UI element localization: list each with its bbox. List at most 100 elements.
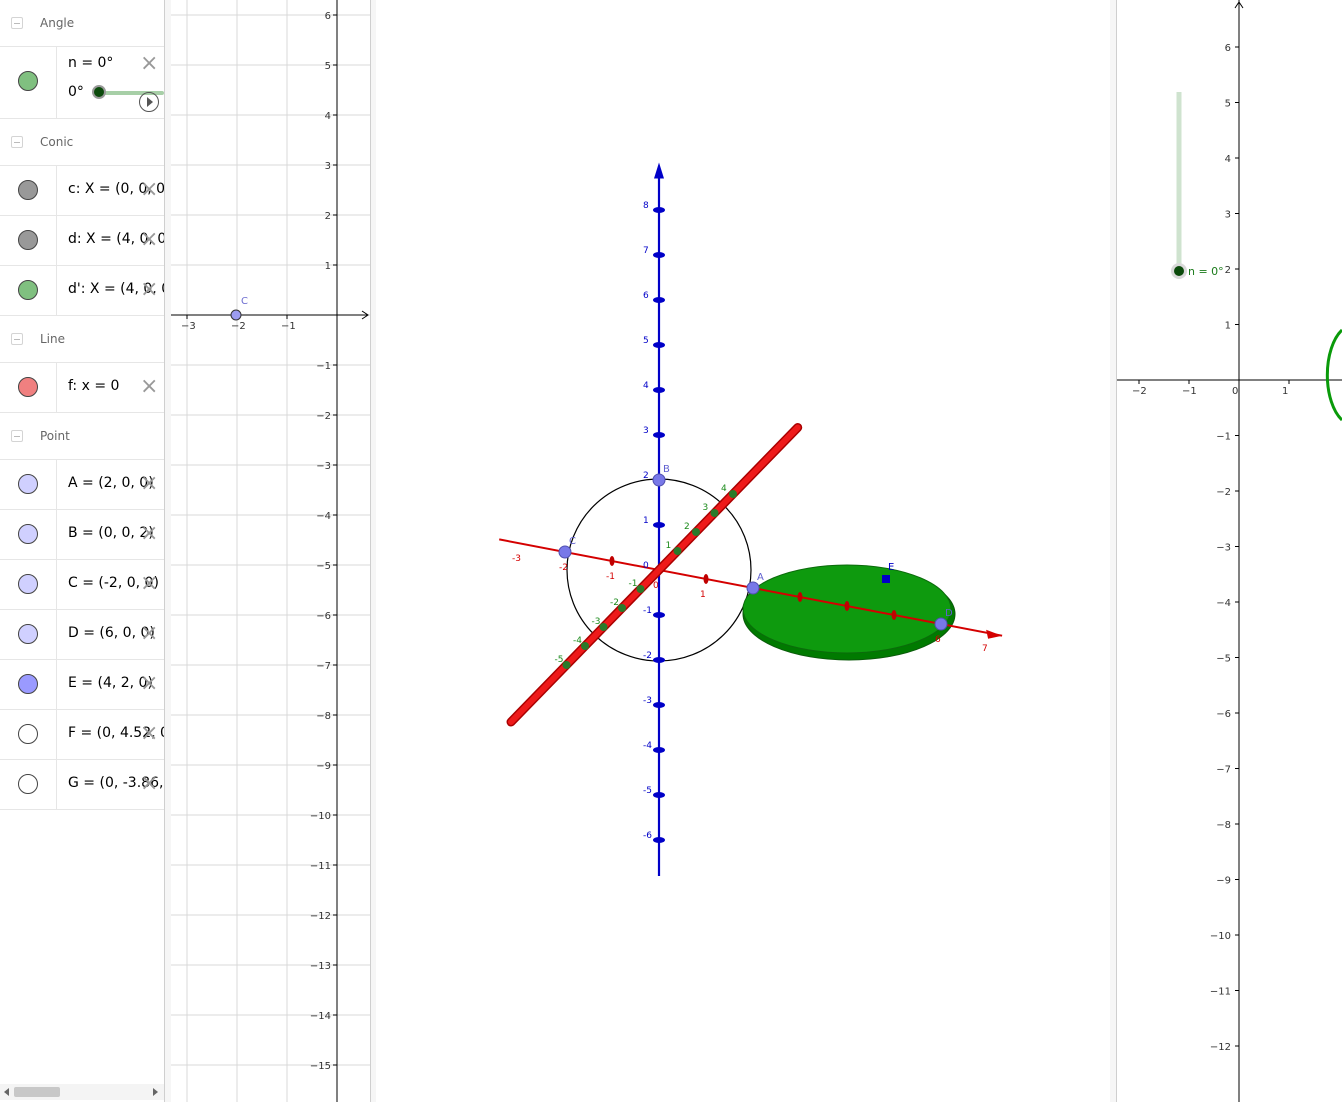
graphics-view-2d[interactable]: −4−3−2−1654321−1−2−3−4−5−6−7−8−9−10−11−1… xyxy=(171,0,370,1102)
y-tick-label: −14 xyxy=(310,1011,331,1022)
y-tick-label: −2 xyxy=(316,411,331,422)
item-definition[interactable]: f: x = 0 xyxy=(68,378,119,394)
marble-cell xyxy=(0,510,57,559)
delete-icon[interactable]: × xyxy=(140,473,158,495)
visibility-toggle-icon[interactable] xyxy=(18,71,38,91)
x-tick-label: -3 xyxy=(512,554,521,564)
delete-icon[interactable]: × xyxy=(140,673,158,695)
visibility-toggle-icon[interactable] xyxy=(18,724,38,744)
point-a xyxy=(746,581,760,595)
z-tick-mark xyxy=(653,657,665,663)
algebra-item[interactable]: c: X = (0, 0, 0) +× xyxy=(0,166,164,216)
algebra-item[interactable]: d': X = (4, 0, 0)× xyxy=(0,266,164,316)
category-angle: Angle xyxy=(0,0,164,47)
algebra-item[interactable]: d: X = (4, 0, 0) +× xyxy=(0,216,164,266)
slider-knob[interactable] xyxy=(92,85,106,99)
y-tick-label: −9 xyxy=(1216,876,1231,887)
graphics-2-canvas[interactable]: −2 −1 0 1654321−1−2−3−4−5−6−7−8−9−10−11−12n… xyxy=(1117,0,1342,1102)
z-tick-mark xyxy=(653,432,665,438)
y-tick-label: −11 xyxy=(1210,987,1231,998)
z-tick-label: -2 xyxy=(643,651,652,661)
visibility-toggle-icon[interactable] xyxy=(18,180,38,200)
delete-icon[interactable]: × xyxy=(140,179,158,201)
collapse-icon[interactable] xyxy=(11,333,23,345)
algebra-item[interactable]: C = (-2, 0, 0) × xyxy=(0,560,164,610)
y-tick-label: 4 xyxy=(721,484,727,494)
algebra-item[interactable]: G = (0, -3.86, 0)× xyxy=(0,760,164,810)
y-tick-mark xyxy=(710,509,719,517)
x-tick-mark xyxy=(703,574,709,584)
scrollbar-thumb[interactable] xyxy=(14,1087,60,1097)
delete-icon[interactable]: × xyxy=(140,376,158,398)
graphics-view-2[interactable]: −2 −1 0 1 6 5 4 3 2 1 −1 −2 −3 −4 −5 −6 −7 −8 −9 −10 −11 −12 n… xyxy=(1117,0,1342,1102)
z-tick-mark xyxy=(653,252,665,258)
visibility-toggle-icon[interactable] xyxy=(18,674,38,694)
x-tick-label: 7 xyxy=(982,644,988,654)
y-tick-label: -1 xyxy=(629,579,638,589)
y-tick-label: 3 xyxy=(1225,210,1231,221)
play-animation-icon[interactable] xyxy=(139,92,159,112)
graphics-2d-canvas[interactable]: −4−3−2−1654321−1−2−3−4−5−6−7−8−9−10−11−1… xyxy=(171,0,370,1102)
z-tick-mark xyxy=(653,297,665,303)
visibility-toggle-icon[interactable] xyxy=(18,574,38,594)
z-tick-label: -6 xyxy=(643,831,652,841)
y-tick-label: −2 xyxy=(1216,487,1231,498)
x-tick-label: −2 xyxy=(1132,386,1147,397)
graphics-view-3d[interactable]: -3 -2 -1 0 1 6 7 8 7 6 5 4 3 2 1 0 -1 -2 -3 -4 -5 -6 4 3 2 1 -1 -2-… xyxy=(376,0,1110,1102)
algebra-item[interactable]: A = (2, 0, 0) × xyxy=(0,460,164,510)
visibility-toggle-icon[interactable] xyxy=(18,774,38,794)
delete-icon[interactable]: × xyxy=(140,773,158,795)
collapse-icon[interactable] xyxy=(11,136,23,148)
z-tick-label: -1 xyxy=(643,606,652,616)
y-tick-mark xyxy=(673,547,682,555)
y-tick-label: −3 xyxy=(316,461,331,472)
y-tick-label: 4 xyxy=(1225,154,1231,165)
point-c-label: C xyxy=(569,536,576,547)
x-tick-label: −3 xyxy=(181,321,196,332)
point-a-label: A xyxy=(757,572,764,583)
delete-icon[interactable]: × xyxy=(140,229,158,251)
collapse-icon[interactable] xyxy=(11,17,23,29)
marble-cell xyxy=(0,216,57,265)
scroll-left-icon[interactable] xyxy=(4,1088,9,1096)
z-tick-label: 0 xyxy=(643,561,649,571)
x-tick-mark xyxy=(844,601,850,611)
delete-icon[interactable]: × xyxy=(140,279,158,301)
x-tick-label: 1 xyxy=(1282,386,1288,397)
visibility-toggle-icon[interactable] xyxy=(18,230,38,250)
collapse-icon[interactable] xyxy=(11,430,23,442)
z-tick-mark xyxy=(653,387,665,393)
y-tick-label: -2 xyxy=(610,598,619,608)
y-tick-label: −4 xyxy=(1216,598,1231,609)
category-point: Point xyxy=(0,413,164,460)
visibility-toggle-icon[interactable] xyxy=(18,474,38,494)
scroll-right-icon[interactable] xyxy=(153,1088,158,1096)
delete-icon[interactable]: × xyxy=(140,573,158,595)
delete-icon[interactable]: × xyxy=(140,723,158,745)
algebra-item[interactable]: B = (0, 0, 2) × xyxy=(0,510,164,560)
y-tick-label: −9 xyxy=(316,761,331,772)
visibility-toggle-icon[interactable] xyxy=(18,524,38,544)
horizontal-scrollbar[interactable] xyxy=(0,1084,164,1100)
visibility-toggle-icon[interactable] xyxy=(18,280,38,300)
delete-icon[interactable]: × xyxy=(140,523,158,545)
algebra-item[interactable]: f: x = 0 × xyxy=(0,363,164,413)
algebra-item[interactable]: n = 0° × 0° xyxy=(0,47,164,119)
delete-icon[interactable]: × xyxy=(140,623,158,645)
y-tick-label: −1 xyxy=(316,361,331,372)
x-tick-label: −1 xyxy=(281,321,296,332)
y-tick-label: 5 xyxy=(1225,99,1231,110)
marble-cell xyxy=(0,47,57,118)
delete-icon[interactable]: × xyxy=(140,53,158,75)
graphics-3d-canvas[interactable]: -3-2-10167876543210-1-2-3-4-5-64321-1-2-… xyxy=(376,0,1110,1102)
x-tick-label: -2 xyxy=(559,563,568,573)
marble-cell xyxy=(0,660,57,709)
algebra-item[interactable]: D = (6, 0, 0) × xyxy=(0,610,164,660)
y-tick-label: −12 xyxy=(1210,1042,1231,1053)
visibility-toggle-icon[interactable] xyxy=(18,624,38,644)
item-definition[interactable]: n = 0° xyxy=(68,55,113,71)
algebra-item[interactable]: E = (4, 2, 0) × xyxy=(0,660,164,710)
point-d xyxy=(934,617,948,631)
algebra-item[interactable]: F = (0, 4.52, 0) × xyxy=(0,710,164,760)
visibility-toggle-icon[interactable] xyxy=(18,377,38,397)
